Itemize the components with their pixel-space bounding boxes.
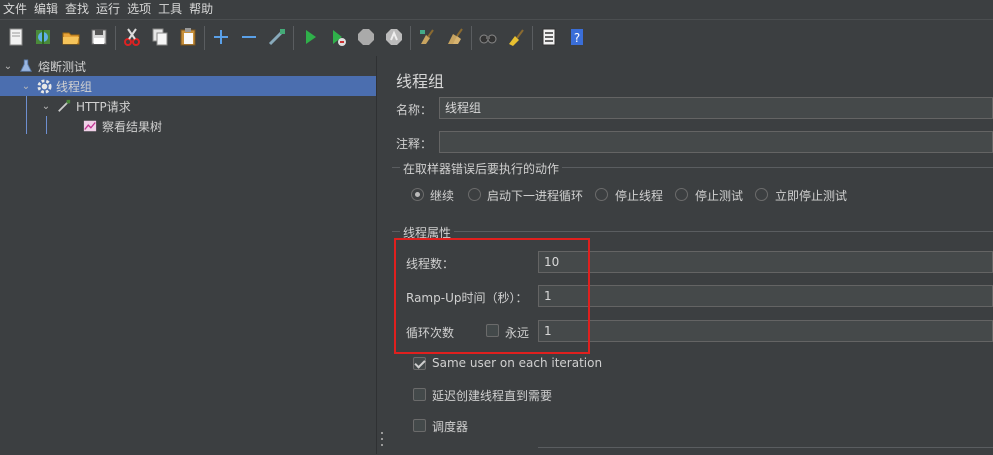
action-stop-test-now-radio[interactable] <box>755 188 768 201</box>
start-icon[interactable] <box>299 26 321 48</box>
chart-icon <box>82 118 98 134</box>
loop-field[interactable]: 1 <box>538 320 993 342</box>
test-plan-tree: ⌄ 熔断测试 ⌄ 线程组 ⌄ HTTP请求 察看结果树 <box>0 56 376 454</box>
tree-node-label: 线程组 <box>56 79 93 94</box>
toolbar-separator <box>532 26 533 50</box>
split-grip-icon[interactable] <box>381 432 383 446</box>
action-continue-label[interactable]: 继续 <box>430 187 454 204</box>
search-icon[interactable] <box>477 26 499 48</box>
test-plan-icon <box>18 58 34 74</box>
toggle-icon[interactable] <box>266 26 288 48</box>
tree-node-label: 察看结果树 <box>102 119 163 134</box>
delay-thread-checkbox[interactable] <box>413 388 426 401</box>
threads-field[interactable]: 10 <box>538 251 993 273</box>
rampup-field[interactable]: 1 <box>538 285 993 307</box>
stop-icon[interactable] <box>355 26 377 48</box>
gear-icon <box>36 78 52 94</box>
comment-field[interactable] <box>439 131 993 153</box>
svg-text:?: ? <box>574 31 580 45</box>
start-no-pause-icon[interactable] <box>327 26 349 48</box>
comment-label: 注释： <box>396 137 433 151</box>
function-helper-icon[interactable] <box>538 26 560 48</box>
action-stop-thread-label[interactable]: 停止线程 <box>615 187 663 204</box>
expand-icon[interactable] <box>210 26 232 48</box>
paste-icon[interactable] <box>177 26 199 48</box>
chevron-down-icon[interactable]: ⌄ <box>20 81 32 92</box>
menu-search[interactable]: 查找 <box>62 0 93 18</box>
menu-edit[interactable]: 编辑 <box>31 0 62 18</box>
action-next-loop-label[interactable]: 启动下一进程循环 <box>487 187 583 204</box>
page-title: 线程组 <box>396 72 445 91</box>
same-user-checkbox[interactable] <box>413 357 426 370</box>
pipette-icon <box>56 98 72 114</box>
thread-props-group <box>392 231 993 232</box>
tree-node-test-plan[interactable]: ⌄ 熔断测试 <box>0 56 86 76</box>
action-stop-test-now-label[interactable]: 立即停止测试 <box>775 187 847 204</box>
toolbar-separator <box>204 26 205 50</box>
menu-run[interactable]: 运行 <box>93 0 124 18</box>
clear-all-icon[interactable] <box>444 26 466 48</box>
toolbar-separator <box>115 26 116 50</box>
chevron-down-icon[interactable]: ⌄ <box>2 61 14 72</box>
new-icon[interactable] <box>5 26 27 48</box>
delay-thread-label[interactable]: 延迟创建线程直到需要 <box>432 387 552 404</box>
action-continue-radio[interactable] <box>411 188 424 201</box>
action-stop-test-radio[interactable] <box>675 188 688 201</box>
scheduler-label[interactable]: 调度器 <box>432 418 468 435</box>
menu-bar: 文件 编辑 查找 运行 选项 工具 帮助 <box>0 0 993 18</box>
menu-file[interactable]: 文件 <box>0 0 31 18</box>
tree-guide-line <box>26 96 27 134</box>
copy-icon[interactable] <box>149 26 171 48</box>
toolbar-separator <box>471 26 472 50</box>
tree-node-http-request[interactable]: ⌄ HTTP请求 <box>0 96 131 116</box>
save-icon[interactable] <box>88 26 110 48</box>
toolbar-separator <box>410 26 411 50</box>
help-icon[interactable]: ? <box>566 26 588 48</box>
action-next-loop-radio[interactable] <box>468 188 481 201</box>
shutdown-icon[interactable] <box>383 26 405 48</box>
open-icon[interactable] <box>60 26 82 48</box>
tree-node-label: HTTP请求 <box>76 99 131 114</box>
chevron-down-icon[interactable]: ⌄ <box>40 101 52 112</box>
collapse-icon[interactable] <box>238 26 260 48</box>
highlight-box <box>394 238 590 354</box>
tree-node-label: 熔断测试 <box>38 59 87 74</box>
tree-guide-line <box>46 116 47 134</box>
sampler-error-title: 在取样器错误后要执行的动作 <box>400 160 563 177</box>
menu-tools[interactable]: 工具 <box>155 0 186 18</box>
toolbar: ? <box>0 19 993 57</box>
action-stop-test-label[interactable]: 停止测试 <box>695 187 743 204</box>
action-stop-thread-radio[interactable] <box>595 188 608 201</box>
reset-search-icon[interactable] <box>505 26 527 48</box>
scheduler-checkbox[interactable] <box>413 419 426 432</box>
same-user-label[interactable]: Same user on each iteration <box>432 356 602 370</box>
tree-node-thread-group[interactable]: ⌄ 线程组 <box>0 76 376 96</box>
clear-icon[interactable] <box>416 26 438 48</box>
tree-node-result-tree[interactable]: 察看结果树 <box>0 116 162 136</box>
name-label: 名称： <box>396 103 433 117</box>
cut-icon[interactable] <box>121 26 143 48</box>
menu-help[interactable]: 帮助 <box>186 0 217 18</box>
templates-icon[interactable] <box>32 26 54 48</box>
menu-options[interactable]: 选项 <box>124 0 155 18</box>
name-field[interactable]: 线程组 <box>439 97 993 119</box>
toolbar-separator <box>293 26 294 50</box>
